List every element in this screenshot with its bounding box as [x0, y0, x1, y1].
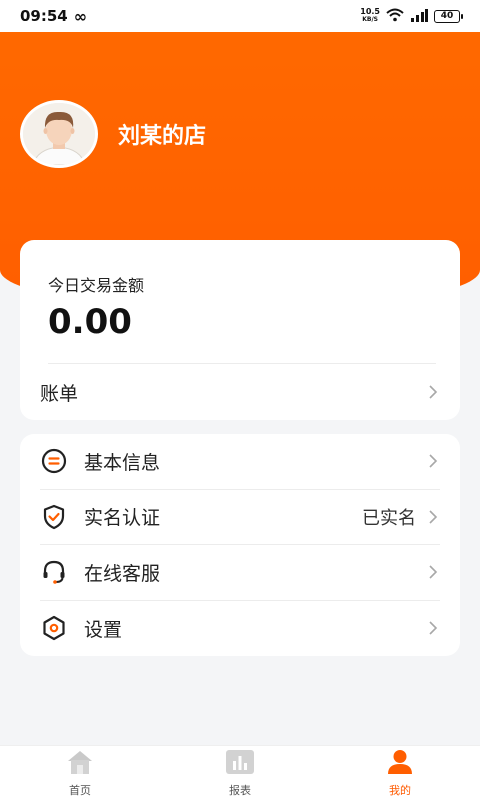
chevron-right-icon: [426, 565, 440, 579]
info-icon: [40, 447, 68, 475]
net-speed: 10.5 KB/S: [360, 7, 380, 24]
menu-item-label: 基本信息: [84, 451, 161, 474]
shop-name: 刘某的店: [118, 124, 207, 149]
trade-amount-label: 今日交易金额: [48, 276, 145, 295]
chevron-right-icon: [426, 454, 440, 468]
wifi-icon: [386, 7, 404, 26]
tab-label: 首页: [69, 783, 91, 797]
home-icon: [65, 749, 95, 779]
chevron-right-icon: [426, 510, 440, 524]
profile-section: 刘某的店: [20, 100, 206, 168]
menu-item-label: 在线客服: [84, 562, 161, 585]
chevron-right-icon: [426, 621, 440, 635]
menu-item-label: 设置: [84, 618, 123, 641]
trade-amount-value: 0.00: [48, 302, 132, 342]
menu-item-basic-info[interactable]: 基本信息: [40, 434, 440, 490]
bill-row[interactable]: 账单: [40, 364, 440, 420]
trade-summary-card: 今日交易金额 0.00 账单: [20, 240, 460, 420]
bottom-tab-bar: 首页 报表 我的: [0, 745, 480, 800]
user-icon: [385, 749, 415, 779]
tab-reports[interactable]: 报表: [180, 749, 300, 798]
tab-label: 报表: [229, 783, 251, 797]
chart-icon: [225, 749, 255, 779]
infinity-icon: ∞: [73, 6, 88, 26]
headset-icon: [40, 558, 68, 586]
cellular-signal-icon: [410, 7, 428, 26]
menu-item-settings[interactable]: 设置: [40, 601, 440, 657]
menu-card: 基本信息 实名认证 已实名 在线客服 设置: [20, 434, 460, 656]
status-time: 09:54: [20, 7, 68, 25]
status-bar: 09:54 ∞ 10.5 KB/S 40: [0, 0, 480, 32]
battery-icon: 40: [434, 9, 463, 23]
tab-label: 我的: [389, 783, 411, 797]
avatar[interactable]: [20, 100, 98, 168]
menu-item-label: 实名认证: [84, 507, 161, 530]
settings-hexagon-icon: [40, 614, 68, 642]
tab-mine[interactable]: 我的: [340, 749, 460, 798]
verification-status: 已实名: [362, 507, 416, 529]
menu-item-real-name-verification[interactable]: 实名认证 已实名: [40, 490, 440, 545]
shield-check-icon: [40, 503, 68, 531]
bill-label: 账单: [40, 382, 79, 405]
menu-item-online-service[interactable]: 在线客服: [40, 545, 440, 601]
tab-home[interactable]: 首页: [20, 749, 140, 798]
chevron-right-icon: [426, 385, 440, 399]
